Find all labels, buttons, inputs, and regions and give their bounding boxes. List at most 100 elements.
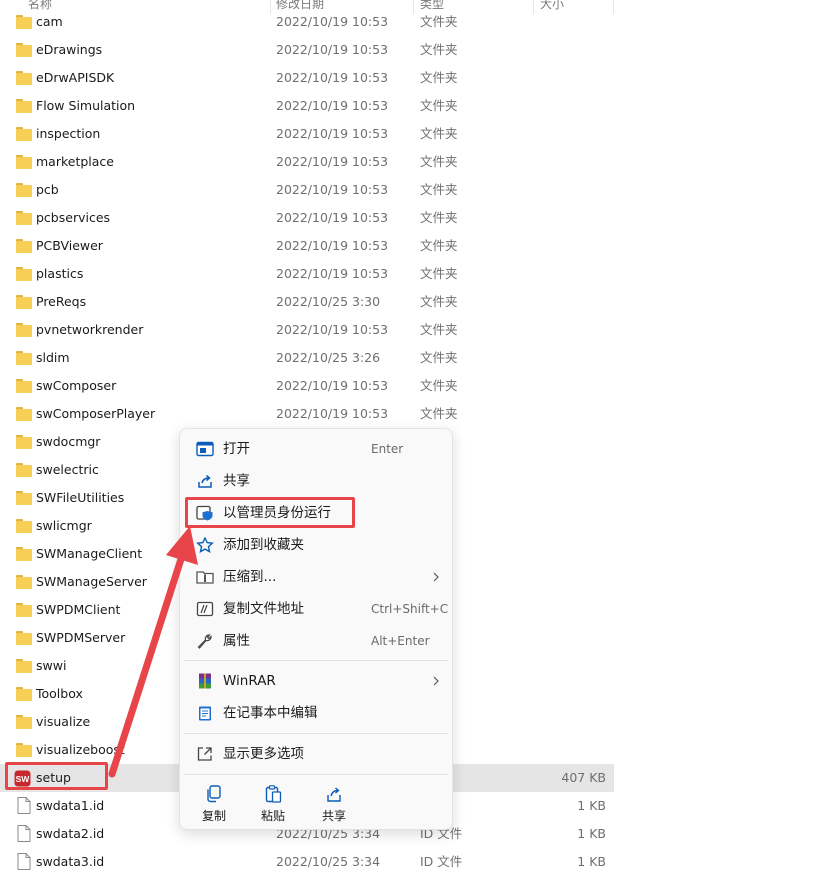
menu-divider — [184, 660, 448, 661]
file-size: 1 KB — [577, 826, 606, 841]
file-date: 2022/10/19 10:53 — [276, 98, 389, 113]
file-name: pcb — [36, 182, 59, 197]
menu-item-more-options[interactable]: 显示更多选项 — [184, 738, 448, 770]
file-name: SWManageServer — [36, 574, 147, 589]
file-name: swdocmgr — [36, 434, 101, 449]
file-date: 2022/10/19 10:53 — [276, 266, 389, 281]
file-row[interactable]: swdata3.id 2022/10/25 3:34 ID 文件 1 KB — [0, 848, 614, 876]
menu-item-shortcut: Ctrl+Shift+C — [371, 602, 449, 616]
file-row[interactable]: swComposer 2022/10/19 10:53 文件夹 — [0, 372, 614, 400]
quick-action-copy[interactable]: 复制 — [192, 781, 236, 827]
folder-icon — [16, 15, 32, 29]
menu-item-properties[interactable]: 属性 Alt+Enter — [184, 625, 448, 657]
file-row[interactable]: pcbservices 2022/10/19 10:53 文件夹 — [0, 204, 614, 232]
zip-folder-icon — [196, 571, 214, 584]
quick-action-paste[interactable]: 粘贴 — [251, 781, 295, 827]
file-date: 2022/10/19 10:53 — [276, 42, 389, 57]
file-row[interactable]: eDrawings 2022/10/19 10:53 文件夹 — [0, 36, 614, 64]
file-row[interactable]: swComposerPlayer 2022/10/19 10:53 文件夹 — [0, 400, 614, 428]
folder-icon — [16, 127, 32, 141]
file-row[interactable]: inspection 2022/10/19 10:53 文件夹 — [0, 120, 614, 148]
folder-icon — [16, 295, 32, 309]
share-icon — [327, 787, 341, 802]
file-name: plastics — [36, 266, 84, 281]
file-type: 文件夹 — [420, 126, 458, 141]
file-type: 文件夹 — [420, 98, 458, 113]
folder-icon — [16, 743, 32, 757]
solidworks-app-icon: SW — [14, 770, 31, 787]
menu-item-open[interactable]: 打开 Enter — [184, 433, 448, 465]
file-name: swdata2.id — [36, 826, 105, 841]
menu-item-label: 打开 — [223, 441, 250, 457]
file-name: PreReqs — [36, 294, 87, 309]
menu-item-copy-path[interactable]: 复制文件地址 Ctrl+Shift+C — [184, 593, 448, 625]
file-name: setup — [36, 770, 71, 785]
file-date: 2022/10/25 3:30 — [276, 294, 381, 309]
file-date: 2022/10/19 10:53 — [276, 154, 389, 169]
file-row[interactable]: eDrwAPISDK 2022/10/19 10:53 文件夹 — [0, 64, 614, 92]
menu-item-label: 显示更多选项 — [223, 746, 304, 762]
file-type: 文件夹 — [420, 266, 458, 281]
file-size: 407 KB — [561, 770, 606, 785]
file-row[interactable]: marketplace 2022/10/19 10:53 文件夹 — [0, 148, 614, 176]
file-name: cam — [36, 14, 63, 29]
menu-item-label: 共享 — [223, 473, 250, 489]
file-type: 文件夹 — [420, 238, 458, 253]
file-icon — [17, 853, 31, 870]
file-name: eDrawings — [36, 42, 103, 57]
folder-icon — [16, 407, 32, 421]
menu-item-run-as-admin[interactable]: 以管理员身份运行 — [184, 497, 448, 529]
folder-icon — [16, 267, 32, 281]
expand-icon — [197, 747, 212, 761]
chevron-right-icon — [433, 676, 439, 686]
file-type: 文件夹 — [420, 406, 458, 421]
folder-icon — [16, 351, 32, 365]
menu-divider — [184, 774, 448, 775]
file-row[interactable]: Flow Simulation 2022/10/19 10:53 文件夹 — [0, 92, 614, 120]
menu-item-shortcut: Enter — [371, 442, 404, 456]
chevron-right-icon — [433, 572, 439, 582]
file-date: 2022/10/19 10:53 — [276, 210, 389, 225]
file-row[interactable]: sldim 2022/10/25 3:26 文件夹 — [0, 344, 614, 372]
folder-icon — [16, 603, 32, 617]
file-row[interactable]: cam 2022/10/19 10:53 文件夹 — [0, 8, 614, 36]
folder-icon — [16, 323, 32, 337]
file-name: marketplace — [36, 154, 114, 169]
menu-item-label: 在记事本中编辑 — [223, 705, 318, 721]
file-row[interactable]: plastics 2022/10/19 10:53 文件夹 — [0, 260, 614, 288]
file-type: 文件夹 — [420, 350, 458, 365]
file-name: visualize — [36, 714, 91, 729]
menu-item-winrar[interactable]: WinRAR — [184, 665, 448, 697]
folder-icon — [16, 631, 32, 645]
folder-icon — [16, 575, 32, 589]
file-row[interactable]: pcb 2022/10/19 10:53 文件夹 — [0, 176, 614, 204]
folder-icon — [16, 519, 32, 533]
file-row[interactable]: PreReqs 2022/10/25 3:30 文件夹 — [0, 288, 614, 316]
quick-action-label: 共享 — [321, 809, 346, 823]
notepad-icon — [199, 706, 211, 721]
file-name: visualizeboost — [36, 742, 125, 757]
file-date: 2022/10/19 10:53 — [276, 182, 389, 197]
folder-icon — [16, 491, 32, 505]
menu-item-compress[interactable]: 压缩到... — [184, 561, 448, 593]
menu-item-share[interactable]: 共享 — [184, 465, 448, 497]
folder-icon — [16, 99, 32, 113]
context-menu: 打开 Enter 共享 以管理员身份运行 添加到收藏夹 压缩到... 复制文件地… — [179, 428, 453, 830]
folder-icon — [16, 435, 32, 449]
folder-icon — [16, 239, 32, 253]
menu-item-label: WinRAR — [223, 673, 276, 689]
menu-item-label: 属性 — [223, 633, 250, 649]
menu-item-edit-notepad[interactable]: 在记事本中编辑 — [184, 697, 448, 729]
file-size: 1 KB — [577, 798, 606, 813]
file-row[interactable]: pvnetworkrender 2022/10/19 10:53 文件夹 — [0, 316, 614, 344]
file-row[interactable]: PCBViewer 2022/10/19 10:53 文件夹 — [0, 232, 614, 260]
file-name: PCBViewer — [36, 238, 103, 253]
file-name: eDrwAPISDK — [36, 70, 115, 85]
winrar-icon — [199, 673, 211, 689]
quick-action-share[interactable]: 共享 — [312, 781, 356, 827]
folder-icon — [16, 659, 32, 673]
file-name: swComposerPlayer — [36, 406, 156, 421]
file-name: SWPDMServer — [36, 630, 126, 645]
menu-item-add-favorites[interactable]: 添加到收藏夹 — [184, 529, 448, 561]
file-date: 2022/10/19 10:53 — [276, 238, 389, 253]
